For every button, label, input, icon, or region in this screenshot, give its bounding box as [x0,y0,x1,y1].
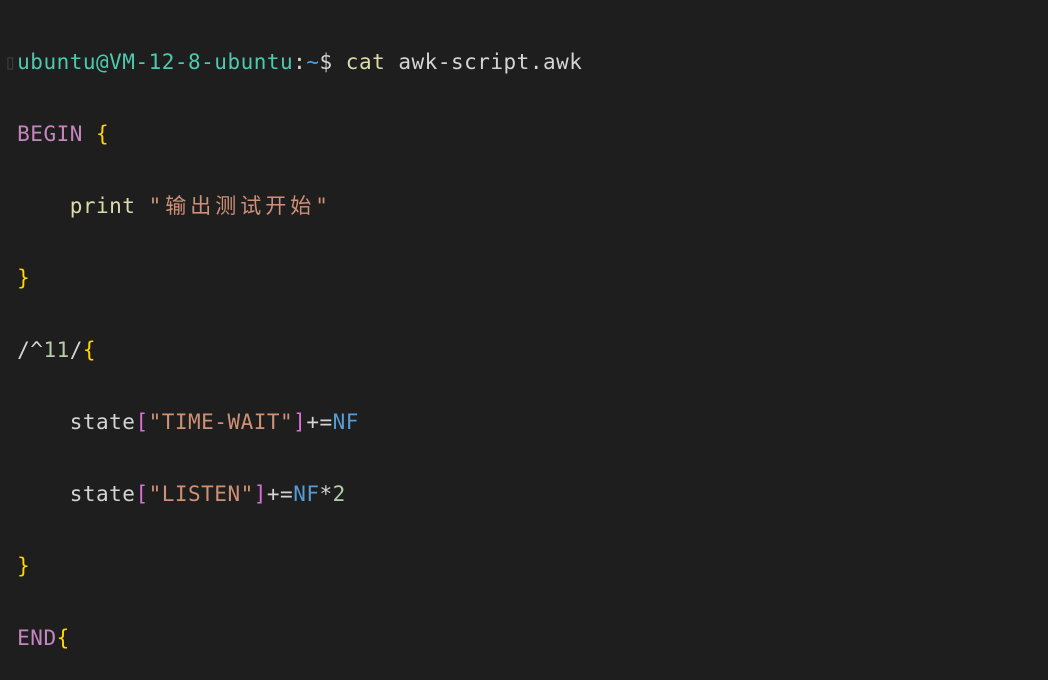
script-line: print "输出测试开始" [4,188,1044,224]
brace-close: } [17,554,30,578]
script-line: END{ [4,620,1044,656]
script-line: state["TIME-WAIT"]+=NF [4,404,1044,440]
brace-open: { [83,338,96,362]
script-line: } [4,548,1044,584]
gutter-box: ▯ [4,50,17,74]
prompt-line-1: ▯ubuntu@VM-12-8-ubuntu:~$ cat awk-script… [4,44,1044,80]
builtin-nf: NF [293,482,319,506]
fn-print: print [70,194,136,218]
terminal[interactable]: ▯ubuntu@VM-12-8-ubuntu:~$ cat awk-script… [0,0,1048,680]
builtin-nf: NF [333,410,359,434]
command-arg: awk-script.awk [398,50,582,74]
prompt-user-host: ubuntu@VM-12-8-ubuntu [17,50,293,74]
script-line: BEGIN { [4,116,1044,152]
string-literal: "LISTEN" [149,482,254,506]
script-line: /^11/{ [4,332,1044,368]
script-line: state["LISTEN"]+=NF*2 [4,476,1044,512]
script-line: } [4,260,1044,296]
bracket-open: [ [135,410,148,434]
prompt-sep: : [293,50,306,74]
number-literal: 2 [333,482,346,506]
identifier: state [70,482,136,506]
command-cat: cat [346,50,385,74]
keyword-begin: BEGIN [17,122,83,146]
string-literal: "TIME-WAIT" [149,410,294,434]
prompt-cwd: ~ [306,50,319,74]
regex-slash: /^ [17,338,43,362]
prompt-symbol: $ [319,50,332,74]
bracket-close: ] [254,482,267,506]
brace-close: } [17,266,30,290]
brace-open: { [57,626,70,650]
identifier: state [70,410,136,434]
regex-num: 11 [43,338,69,362]
brace-open: { [96,122,109,146]
string-literal: "输出测试开始" [149,194,332,218]
bracket-close: ] [293,410,306,434]
keyword-end: END [17,626,56,650]
bracket-open: [ [135,482,148,506]
